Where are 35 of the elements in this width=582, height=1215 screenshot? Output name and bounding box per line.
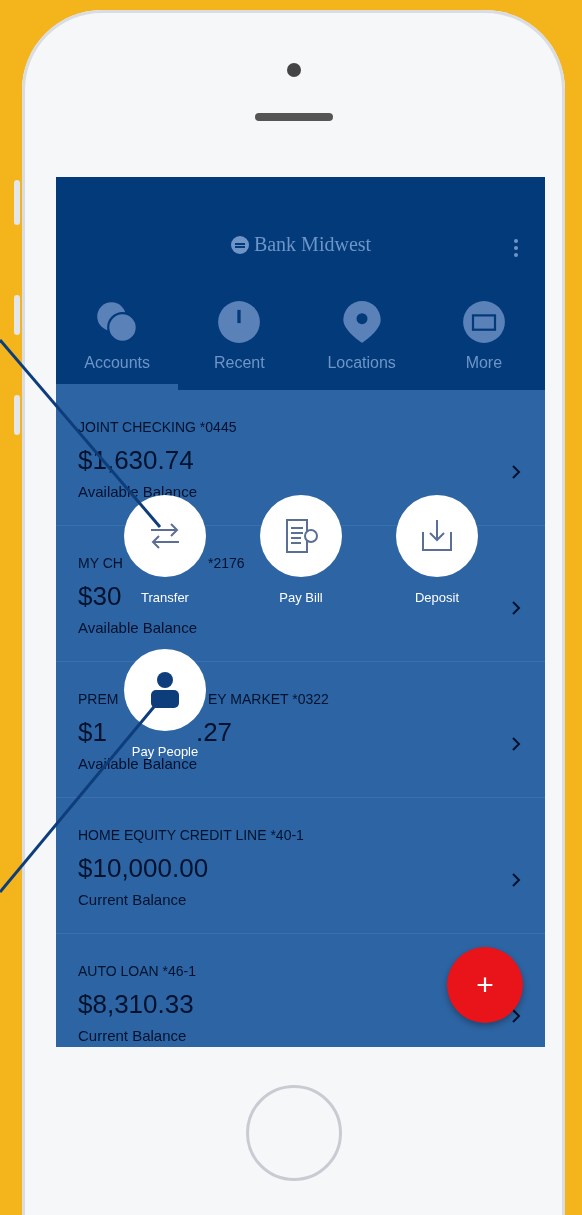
- action-label: Transfer: [141, 591, 189, 605]
- account-name: EY MARKET *0322: [208, 691, 329, 707]
- nav-tab[interactable]: Accounts: [56, 290, 179, 390]
- logo-icon: [229, 234, 250, 255]
- chevron-icon: [511, 872, 521, 888]
- account-name: MY CH: [78, 555, 122, 571]
- account-balance: .27: [195, 720, 233, 744]
- account-name: JOINT CHECKING *0445: [78, 419, 237, 435]
- tab-icon: [217, 300, 262, 344]
- account-name: PREM: [78, 691, 120, 707]
- balance-caption: Current Balance: [78, 891, 187, 908]
- chevron-icon: [511, 736, 521, 752]
- app-title: Bank Midwest: [253, 233, 372, 256]
- add-button[interactable]: +: [447, 947, 523, 1023]
- account-name: AUTO LOAN *46-1: [78, 963, 196, 979]
- nav-tab[interactable]: More: [422, 290, 545, 390]
- account-balance: $8,310.33: [78, 992, 194, 1016]
- chevron-icon: [511, 600, 521, 616]
- balance-caption: Available Balance: [78, 619, 197, 636]
- account-name: HOME EQUITY CREDIT LINE *40-1: [78, 827, 304, 843]
- chevron-icon: [511, 464, 521, 480]
- camera-dot: [286, 63, 301, 77]
- tab-icon: [461, 300, 506, 344]
- account-balance: $1,630.74: [78, 448, 194, 472]
- account-balance: $30: [78, 584, 122, 608]
- action-label: Deposit: [414, 591, 460, 605]
- nav-tab[interactable]: Locations: [300, 290, 423, 390]
- overflow-menu-icon[interactable]: [513, 238, 519, 258]
- account-name: *2176: [208, 555, 245, 571]
- chevron-icon: [511, 1008, 521, 1024]
- nav-tab[interactable]: Recent: [178, 290, 301, 390]
- account-balance: $1: [78, 720, 107, 744]
- account-balance: $10,000.00: [78, 856, 209, 880]
- balance-caption: Current Balance: [78, 1027, 187, 1044]
- action-label: Pay Bill: [279, 591, 323, 605]
